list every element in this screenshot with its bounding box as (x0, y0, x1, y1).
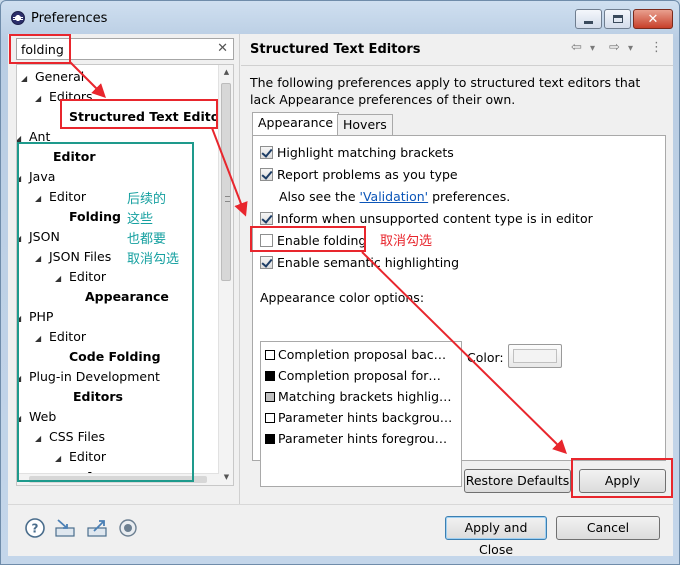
forward-arrow-icon[interactable]: ⇨ (609, 40, 620, 55)
color-picker-button[interactable] (508, 344, 562, 368)
inform-unsupported-checkbox[interactable] (260, 212, 273, 225)
import-icon[interactable] (54, 517, 76, 539)
appearance-panel: Highlight matching brackets Report probl… (252, 135, 666, 487)
report-problems-option[interactable]: Report problems as you type (260, 166, 458, 184)
color-option-item[interactable]: Completion proposal for… (265, 366, 441, 386)
scroll-down-icon[interactable]: ▼ (219, 470, 233, 485)
matching-brackets-checkbox[interactable] (260, 146, 273, 159)
color-option-item[interactable]: Completion proposal bac… (265, 345, 446, 365)
annotation-box-apply (571, 458, 673, 498)
tree-item-label: General (35, 69, 85, 84)
apply-and-close-button[interactable]: Apply and Close (445, 516, 547, 557)
view-menu-icon[interactable]: ⋮ (650, 40, 663, 55)
record-icon[interactable] (117, 517, 139, 539)
maximize-button[interactable] (604, 9, 631, 29)
help-icon[interactable]: ? (24, 517, 46, 539)
expand-arrow-icon[interactable]: ◢ (21, 70, 35, 88)
color-swatch-icon (265, 350, 275, 360)
pane-divider[interactable] (239, 34, 240, 504)
tab-hovers[interactable]: Hovers (337, 114, 393, 136)
color-swatch-icon (265, 371, 275, 381)
scroll-thumb[interactable] (221, 83, 231, 281)
window-title: Preferences (31, 11, 108, 26)
validation-link[interactable]: 'Validation' (360, 189, 429, 204)
title-bar: Preferences ✕ (1, 1, 679, 35)
restore-defaults-button[interactable]: Restore Defaults (464, 469, 571, 493)
back-menu-icon[interactable]: ▾ (590, 43, 595, 54)
inform-unsupported-label: Inform when unsupported content type is … (277, 211, 593, 226)
validation-note: Also see the 'Validation' preferences. (279, 188, 510, 206)
color-option-label: Matching brackets highlig… (278, 389, 452, 404)
see-also-suffix: preferences. (428, 189, 511, 204)
color-option-item[interactable]: Parameter hints backgrou… (265, 408, 452, 428)
color-swatch-icon (265, 392, 275, 402)
color-swatch-icon (265, 434, 275, 444)
semantic-highlighting-option[interactable]: Enable semantic highlighting (260, 254, 459, 272)
eclipse-app-icon (11, 11, 25, 25)
minimize-button[interactable] (575, 9, 602, 29)
color-swatch-icon (265, 413, 275, 423)
semantic-highlighting-label: Enable semantic highlighting (277, 255, 460, 270)
matching-brackets-label: Highlight matching brackets (277, 145, 454, 160)
color-option-label: Parameter hints backgrou… (278, 410, 453, 425)
tab-appearance[interactable]: Appearance (252, 112, 340, 136)
matching-brackets-option[interactable]: Highlight matching brackets (260, 144, 454, 162)
forward-menu-icon[interactable]: ▾ (628, 43, 633, 54)
color-option-label: Parameter hints foregrou… (278, 431, 448, 446)
color-option-item[interactable]: Matching brackets highlig… (265, 387, 452, 407)
footer-separator (8, 504, 673, 505)
cancel-button[interactable]: Cancel (556, 516, 660, 540)
color-option-label: Completion proposal for… (278, 368, 441, 383)
color-options-list[interactable]: Completion proposal bac… Completion propo… (260, 341, 462, 487)
close-button[interactable]: ✕ (633, 9, 673, 29)
color-swatch (513, 349, 557, 363)
report-problems-label: Report problems as you type (277, 167, 458, 182)
minimize-icon (584, 20, 593, 24)
see-also-prefix: Also see the (279, 189, 360, 204)
color-option-item[interactable]: Parameter hints foregrou… (265, 429, 447, 449)
scroll-up-icon[interactable]: ▲ (219, 65, 233, 80)
annotation-note-teal: 后续的 这些 也都要 取消勾选 (127, 192, 180, 267)
tree-item[interactable]: ◢ General (21, 68, 84, 86)
page-description: The following preferences apply to struc… (250, 75, 641, 107)
annotation-note-red: 取消勾选 (380, 234, 433, 249)
report-problems-checkbox[interactable] (260, 168, 273, 181)
close-icon: ✕ (647, 11, 659, 27)
annotation-box-structured-text (60, 99, 218, 129)
annotation-box-filter (9, 34, 71, 64)
page-title: Structured Text Editors (250, 42, 421, 57)
expand-arrow-icon[interactable]: ◢ (35, 90, 49, 108)
grip-icon (225, 196, 230, 202)
clear-filter-icon[interactable]: ✕ (217, 41, 228, 56)
export-icon[interactable] (86, 517, 108, 539)
header-separator (241, 65, 673, 66)
tree-vertical-scrollbar[interactable]: ▲ ▼ (218, 65, 233, 485)
back-arrow-icon[interactable]: ⇦ (571, 40, 582, 55)
color-options-label: Appearance color options: (260, 290, 425, 305)
annotation-box-enable-folding (250, 226, 366, 252)
maximize-icon (612, 15, 623, 23)
semantic-highlighting-checkbox[interactable] (260, 256, 273, 269)
svg-text:?: ? (32, 522, 39, 536)
color-label: Color: (467, 350, 504, 365)
color-option-label: Completion proposal bac… (278, 347, 447, 362)
